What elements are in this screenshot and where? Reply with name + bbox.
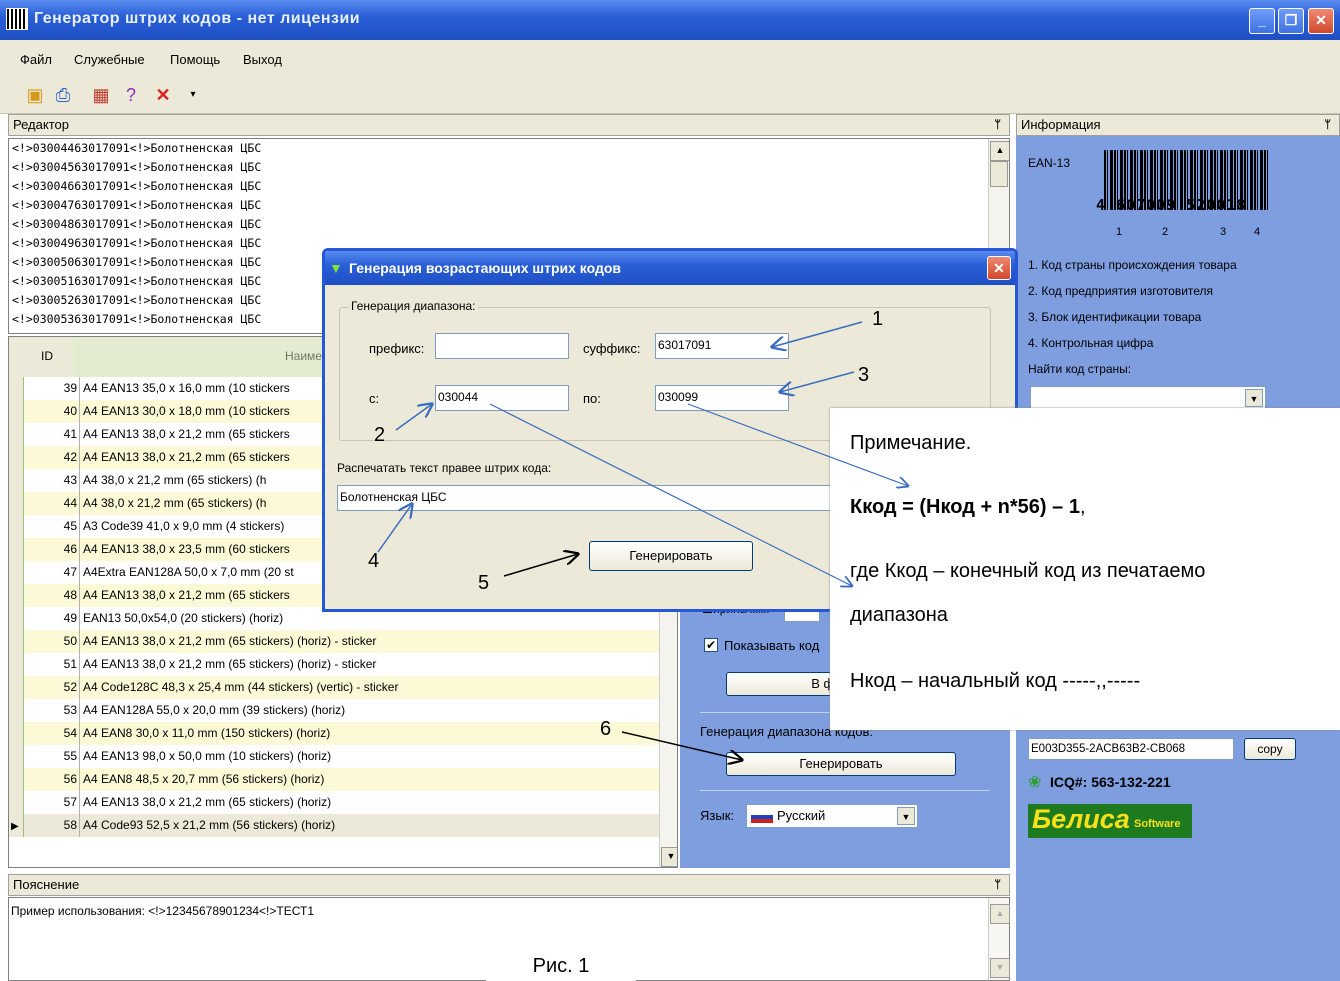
formula-link-lines xyxy=(489,403,908,586)
callout-label: 6 xyxy=(600,718,612,740)
callout-label: 3 xyxy=(858,364,870,386)
figure-caption: Рис. 1 xyxy=(486,952,636,981)
callout-arrows xyxy=(377,321,1340,981)
callout-6-arrow xyxy=(621,731,742,760)
callout-2-arrow xyxy=(395,404,432,431)
callout-label: 5 xyxy=(478,572,490,594)
callout-3-arrow xyxy=(780,371,855,392)
callout-4-arrow xyxy=(377,504,412,553)
callout-label: 4 xyxy=(368,550,380,572)
callout-1-arrow xyxy=(772,321,863,347)
callout-label: 1 xyxy=(872,308,884,330)
callout-label: 2 xyxy=(374,424,386,446)
callout-5-arrow xyxy=(503,554,578,577)
